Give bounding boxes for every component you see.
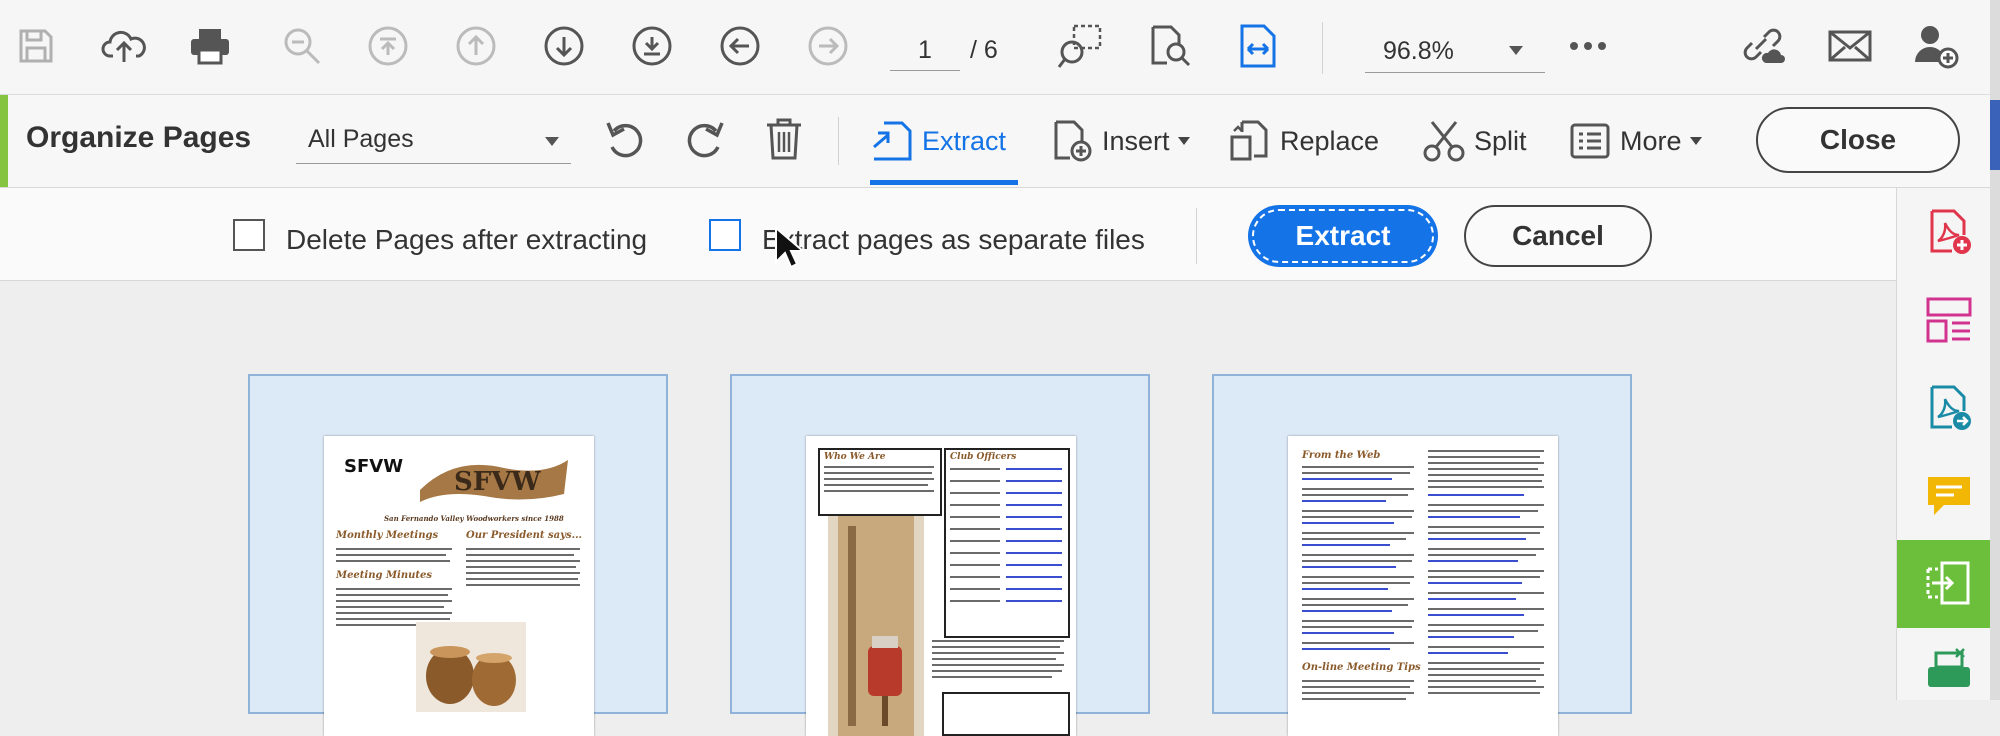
masthead: SFVW — [344, 456, 404, 477]
club-officers-box: Club Officers — [944, 448, 1070, 638]
replace-button[interactable]: Replace — [1228, 113, 1379, 169]
delete-pages-checkbox[interactable] — [233, 219, 265, 251]
save-icon[interactable] — [12, 22, 60, 70]
page-preview: Who We Are Club Officers — [806, 436, 1076, 736]
organize-pages-active-icon — [1924, 559, 1974, 609]
extract-tab-label: Extract — [922, 125, 1007, 156]
first-page-icon[interactable] — [364, 22, 412, 70]
info-box — [942, 692, 1070, 736]
options-divider — [1196, 208, 1197, 264]
who-we-are-box: Who We Are — [818, 448, 942, 516]
heading-who-we-are: Who We Are — [824, 452, 886, 462]
comment-tool[interactable] — [1897, 452, 2000, 540]
chevron-down-icon — [1689, 137, 1702, 145]
club-name: San Fernando Valley Woodworkers since 19… — [384, 514, 564, 523]
next-page-icon[interactable] — [540, 22, 588, 70]
zoom-value: 96.8% — [1383, 37, 1454, 65]
tools-panel — [1896, 188, 2000, 700]
woodworking-photo — [828, 516, 924, 736]
replace-button-label: Replace — [1280, 125, 1380, 156]
page-title: Organize Pages — [26, 121, 252, 154]
more-icon[interactable] — [1564, 22, 1612, 70]
page-preview: SFVW SFVW San Fernando Valley Woodworker… — [324, 436, 594, 736]
insert-button-label: Insert — [1102, 125, 1170, 156]
more-button-label: More — [1620, 125, 1682, 156]
more-options-icon — [1568, 119, 1612, 163]
zoom-out-icon[interactable] — [278, 22, 326, 70]
print-production-icon — [1924, 647, 1974, 697]
page-thumbnail-1[interactable]: SFVW SFVW San Fernando Valley Woodworker… — [248, 374, 668, 736]
export-pdf-icon — [1924, 383, 1974, 433]
active-tab-indicator — [870, 180, 1018, 185]
extract-button[interactable]: Extract — [1248, 205, 1438, 267]
page-thumbnail-2[interactable]: Who We Are Club Officers — [730, 374, 1150, 736]
page-range-select[interactable]: All Pages — [296, 119, 571, 164]
comment-icon — [1924, 471, 1974, 521]
organize-pages-toolbar: Organize Pages All Pages Extract Insert … — [0, 95, 2000, 188]
chevron-down-icon — [1177, 137, 1190, 145]
page-thumbnail-3[interactable]: From the Web On-line Meeting Tips — [1212, 374, 1632, 736]
forward-icon[interactable] — [804, 22, 852, 70]
share-link-icon[interactable] — [1738, 22, 1786, 70]
chevron-down-icon — [545, 137, 559, 146]
separate-files-checkbox[interactable] — [709, 219, 741, 251]
heading-club-officers: Club Officers — [950, 452, 1017, 462]
fit-width-icon[interactable] — [1234, 22, 1282, 70]
heading-from-the-web: From the Web — [1302, 450, 1381, 461]
organize-layout-tool[interactable] — [1897, 276, 2000, 364]
replace-page-icon — [1228, 119, 1272, 163]
top-toolbar: 1 / 6 96.8% — [0, 0, 2000, 95]
heading-meeting-minutes: Meeting Minutes — [336, 570, 432, 581]
heading-monthly-meetings: Monthly Meetings — [336, 530, 439, 541]
window-edge — [1990, 0, 2000, 700]
search-page-icon[interactable] — [1146, 22, 1194, 70]
add-user-icon[interactable] — [1912, 22, 1960, 70]
mouse-cursor-icon — [775, 226, 802, 269]
print-production-tool[interactable] — [1897, 628, 2000, 716]
chevron-down-icon — [1509, 46, 1523, 55]
split-button[interactable]: Split — [1422, 113, 1527, 169]
newsletter-logo: SFVW — [420, 460, 568, 502]
more-button[interactable]: More — [1568, 113, 1702, 169]
extract-tab[interactable]: Extract — [870, 113, 1006, 169]
export-pdf-tool[interactable] — [1897, 364, 2000, 452]
rotate-left-icon[interactable] — [602, 115, 650, 163]
cloud-upload-icon[interactable] — [100, 22, 148, 70]
rotate-right-icon[interactable] — [680, 115, 728, 163]
create-pdf-tool[interactable] — [1897, 188, 2000, 276]
page-number-input[interactable]: 1 — [890, 30, 960, 71]
heading-online-meeting-tips: On-line Meeting Tips — [1302, 662, 1421, 673]
separate-files-label[interactable]: Extract pages as separate files — [762, 224, 1145, 256]
split-button-label: Split — [1474, 125, 1527, 156]
organize-pages-icon — [1924, 295, 1974, 345]
delete-icon[interactable] — [760, 115, 808, 163]
marquee-zoom-icon[interactable] — [1056, 22, 1104, 70]
extract-icon — [870, 119, 914, 163]
insert-button[interactable]: Insert — [1050, 113, 1190, 169]
toolbar-divider — [1322, 22, 1323, 74]
print-icon[interactable] — [186, 22, 234, 70]
svg-text:SFVW: SFVW — [454, 467, 541, 497]
tool-accent-bar — [0, 95, 8, 187]
page-range-value: All Pages — [308, 125, 414, 153]
close-button[interactable]: Close — [1756, 107, 1960, 173]
insert-page-icon — [1050, 119, 1094, 163]
org-divider — [838, 117, 839, 165]
zoom-select[interactable]: 96.8% — [1365, 30, 1545, 73]
wood-vessels-photo — [416, 622, 526, 712]
page-total: / 6 — [970, 36, 998, 64]
page-preview: From the Web On-line Meeting Tips — [1288, 436, 1558, 736]
cancel-button[interactable]: Cancel — [1464, 205, 1652, 267]
heading-president: Our President says... — [466, 530, 583, 541]
last-page-icon[interactable] — [628, 22, 676, 70]
delete-pages-label[interactable]: Delete Pages after extracting — [286, 224, 647, 256]
scissors-icon — [1422, 119, 1466, 163]
email-icon[interactable] — [1826, 22, 1874, 70]
back-icon[interactable] — [716, 22, 764, 70]
create-pdf-icon — [1924, 207, 1974, 257]
previous-page-icon[interactable] — [452, 22, 500, 70]
organize-pages-tool[interactable] — [1897, 540, 2000, 628]
